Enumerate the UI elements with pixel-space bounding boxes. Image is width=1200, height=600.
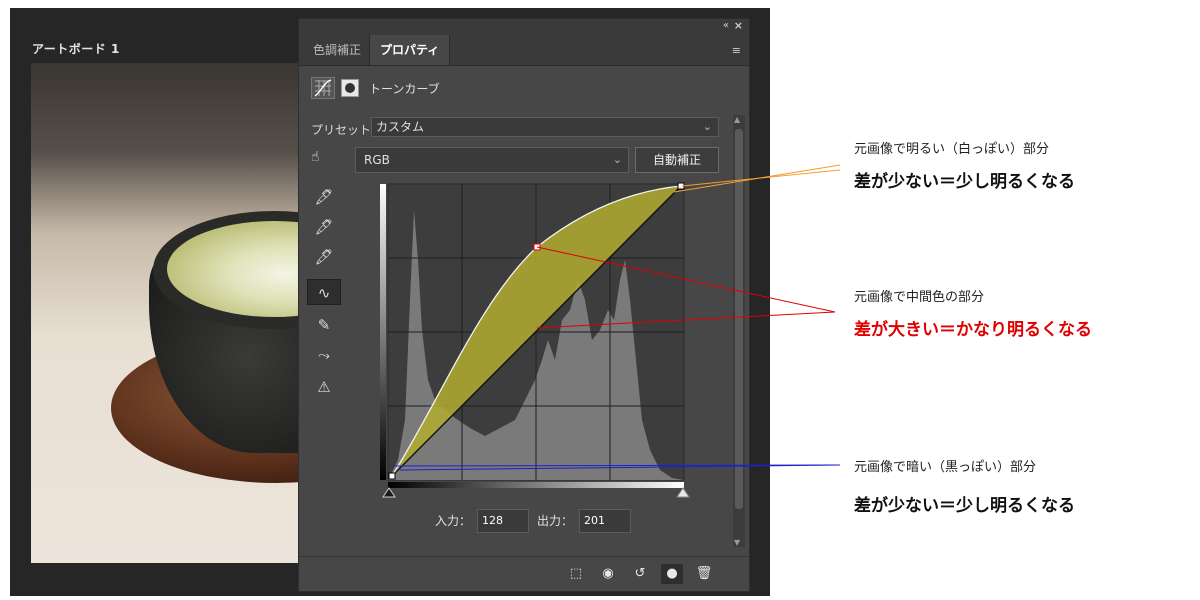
annotation-shadow-caption: 元画像で暗い（黒っぽい）部分	[854, 460, 1037, 475]
white-point-slider	[676, 487, 690, 498]
annotation-shadow-result: 差が少ない＝少し明るくなる	[854, 496, 1075, 516]
annotation-shadow: 元画像で暗い（黒っぽい）部分 差が少ない＝少し明るくなる	[854, 456, 1075, 516]
output-gradient-bar	[380, 184, 386, 480]
annotation-highlight-result: 差が少ない＝少し明るくなる	[854, 172, 1075, 192]
highlight-leader-2	[681, 169, 841, 187]
black-point-slider	[382, 487, 396, 498]
annotation-midtone: 元画像で中間色の部分 差が大きい＝かなり明るくなる	[854, 286, 1092, 340]
input-gradient-bar	[388, 482, 684, 488]
annotation-midtone-result: 差が大きい＝かなり明るくなる	[854, 320, 1092, 340]
annotation-highlight-caption: 元画像で明るい（白っぽい）部分	[854, 142, 1050, 157]
control-point-shadow	[388, 472, 396, 480]
annotation-midtone-caption: 元画像で中間色の部分	[854, 290, 985, 305]
annotation-highlight: 元画像で明るい（白っぽい）部分 差が少ない＝少し明るくなる	[854, 138, 1075, 192]
